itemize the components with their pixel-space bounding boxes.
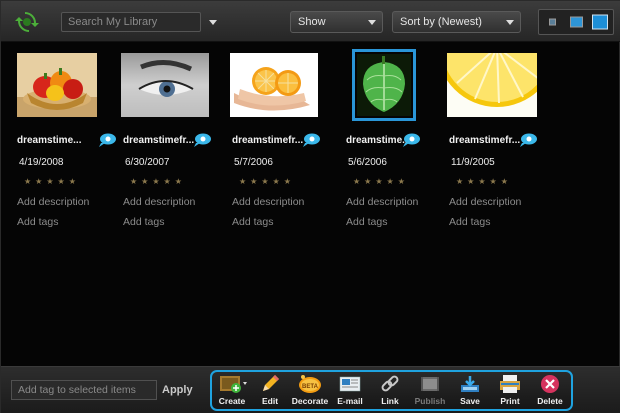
link-label: Link xyxy=(381,396,399,406)
show-filter-label: Show xyxy=(298,16,326,28)
photo-date: 6/30/2007 xyxy=(125,157,170,168)
link-button[interactable]: Link xyxy=(370,374,410,410)
sort-label: Sort by (Newest) xyxy=(400,16,482,28)
add-tags-link[interactable]: Add tags xyxy=(232,216,273,228)
photo-filename[interactable]: dreamstimefr... xyxy=(232,135,310,146)
create-icon xyxy=(220,376,247,393)
email-button[interactable]: E-mail xyxy=(330,374,370,410)
delete-icon xyxy=(541,375,559,393)
edit-button[interactable]: Edit xyxy=(250,374,290,410)
medium-thumbnails-icon[interactable] xyxy=(570,16,583,28)
add-tags-link[interactable]: Add tags xyxy=(449,216,490,228)
edit-label: Edit xyxy=(261,396,279,406)
photo-thumbnail[interactable] xyxy=(352,49,416,121)
comment-bubble-icon[interactable] xyxy=(302,133,320,147)
chevron-down-icon xyxy=(368,20,376,25)
star-rating[interactable]: ★★★★★ xyxy=(353,177,409,186)
photo-grid: dreamstime... 4/19/2008 ★★★★★ Add descri… xyxy=(1,43,620,363)
photo-thumbnail[interactable] xyxy=(17,53,97,117)
chevron-down-icon xyxy=(209,19,217,25)
add-tags-link[interactable]: Add tags xyxy=(17,216,58,228)
beta-decorate-icon: BETA xyxy=(299,375,321,393)
print-button[interactable]: Print xyxy=(490,374,530,410)
publish-label: Publish xyxy=(414,396,446,406)
pencil-icon xyxy=(263,375,279,391)
tag-input[interactable] xyxy=(12,381,156,399)
photo-date: 5/6/2006 xyxy=(348,157,387,168)
sort-dropdown[interactable]: Sort by (Newest) xyxy=(392,11,521,33)
photo-date: 5/7/2006 xyxy=(234,157,273,168)
search-dropdown-button[interactable] xyxy=(205,12,221,32)
photo-date: 11/9/2005 xyxy=(451,157,495,168)
add-tags-link[interactable]: Add tags xyxy=(123,216,164,228)
star-rating[interactable]: ★★★★★ xyxy=(24,177,80,186)
comment-bubble-icon[interactable] xyxy=(98,133,116,147)
link-icon xyxy=(381,375,399,392)
svg-text:BETA: BETA xyxy=(302,384,319,390)
publish-icon xyxy=(421,377,439,391)
large-thumbnails-icon[interactable] xyxy=(592,14,608,30)
photo-library-window: Show Sort by (Newest) xyxy=(0,0,620,413)
print-icon xyxy=(500,375,520,393)
save-button[interactable]: Save xyxy=(450,374,490,410)
print-label: Print xyxy=(500,396,520,406)
photo-thumbnail[interactable] xyxy=(121,53,209,117)
photo-filename[interactable]: dreamstimefr... xyxy=(123,135,201,146)
comment-bubble-icon[interactable] xyxy=(519,133,537,147)
thumbnail-size-selector xyxy=(538,9,614,35)
bottom-toolbar: Apply Create Edit BETA xyxy=(1,366,620,413)
add-description-link[interactable]: Add description xyxy=(232,196,304,208)
star-rating[interactable]: ★★★★★ xyxy=(239,177,295,186)
create-button[interactable]: Create xyxy=(212,374,252,410)
email-icon xyxy=(339,376,361,392)
decorate-label: Decorate xyxy=(291,396,329,406)
show-filter-dropdown[interactable]: Show xyxy=(290,11,383,33)
add-description-link[interactable]: Add description xyxy=(123,196,195,208)
save-label: Save xyxy=(460,396,480,406)
publish-button[interactable]: Publish xyxy=(410,374,450,410)
photo-filename[interactable]: dreamstime... xyxy=(17,135,95,146)
add-description-link[interactable]: Add description xyxy=(346,196,418,208)
save-icon xyxy=(461,376,479,392)
action-bar: Create Edit BETA Decorate E-mail Link Pu… xyxy=(210,370,573,411)
email-label: E-mail xyxy=(337,396,363,406)
photo-thumbnail[interactable] xyxy=(447,53,537,117)
chevron-down-icon xyxy=(506,20,514,25)
sync-icon[interactable] xyxy=(15,10,39,34)
star-rating[interactable]: ★★★★★ xyxy=(130,177,186,186)
add-description-link[interactable]: Add description xyxy=(17,196,89,208)
photo-thumbnail[interactable] xyxy=(230,53,318,117)
delete-label: Delete xyxy=(537,396,563,406)
search-box[interactable] xyxy=(61,12,201,32)
decorate-button[interactable]: BETA Decorate xyxy=(290,374,330,410)
add-description-link[interactable]: Add description xyxy=(449,196,521,208)
photo-date: 4/19/2008 xyxy=(19,157,64,168)
search-input[interactable] xyxy=(62,13,200,31)
comment-bubble-icon[interactable] xyxy=(402,133,420,147)
star-rating[interactable]: ★★★★★ xyxy=(456,177,512,186)
tag-input-box[interactable] xyxy=(11,380,157,400)
comment-bubble-icon[interactable] xyxy=(193,133,211,147)
add-tags-link[interactable]: Add tags xyxy=(346,216,387,228)
small-thumbnails-icon[interactable] xyxy=(549,18,556,26)
create-label: Create xyxy=(218,396,246,406)
delete-button[interactable]: Delete xyxy=(530,374,570,410)
top-toolbar: Show Sort by (Newest) xyxy=(1,1,620,42)
photo-filename[interactable]: dreamstimefr... xyxy=(449,135,527,146)
apply-button[interactable]: Apply xyxy=(162,384,193,396)
